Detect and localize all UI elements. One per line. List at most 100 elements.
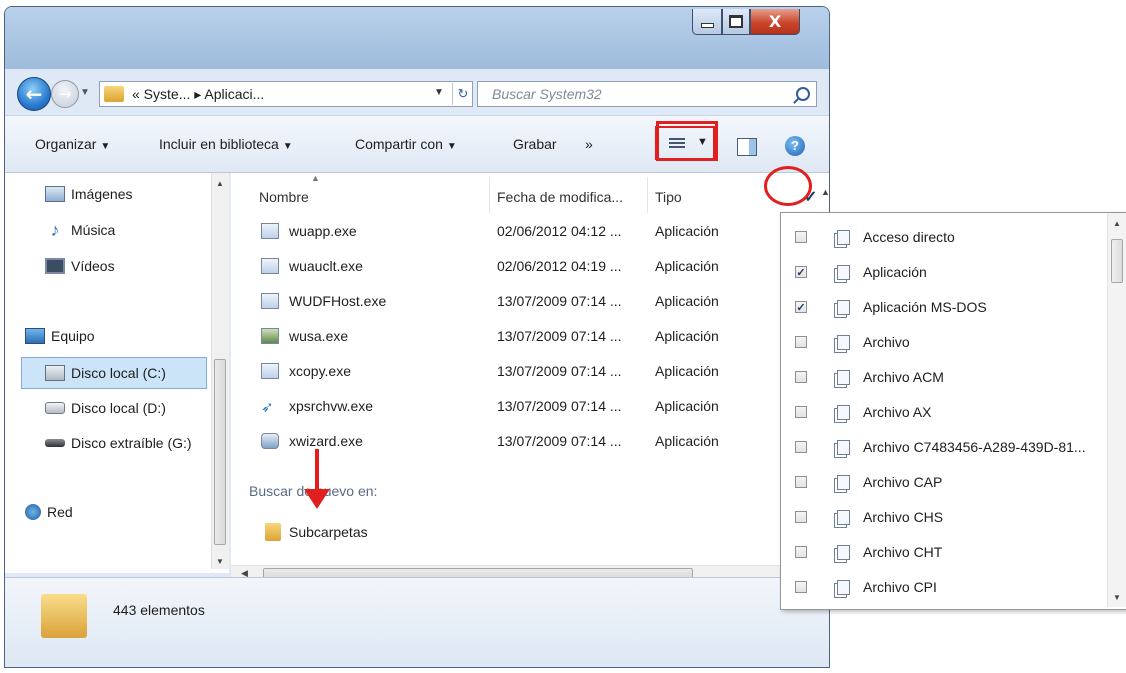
organize-button[interactable]: Organizar ▼ bbox=[35, 136, 110, 152]
filter-checkbox[interactable] bbox=[795, 336, 807, 348]
chevron-down-icon: ▼ bbox=[100, 141, 111, 152]
annotation-highlight-circle bbox=[764, 166, 812, 206]
pictures-icon bbox=[45, 186, 65, 202]
nav-item-network[interactable]: Red bbox=[25, 499, 73, 525]
nav-item-videos[interactable]: Vídeos bbox=[45, 253, 115, 279]
minimize-button[interactable] bbox=[692, 9, 722, 35]
nav-pane-scrollbar[interactable]: ▲ ▼ bbox=[211, 173, 229, 569]
address-bar[interactable]: « Syste... ▸ Aplicaci... ▼ ↻ bbox=[99, 81, 473, 107]
folder-icon bbox=[265, 523, 281, 541]
filter-checkbox[interactable] bbox=[795, 476, 807, 488]
nav-item-pictures[interactable]: Imágenes bbox=[45, 181, 132, 207]
title-bar[interactable]: X bbox=[5, 7, 829, 69]
file-type: Aplicación bbox=[655, 328, 719, 344]
scroll-up-icon[interactable]: ▲ bbox=[821, 187, 829, 197]
column-divider[interactable] bbox=[647, 177, 648, 213]
search-input[interactable]: Buscar System32 bbox=[477, 81, 817, 107]
close-button[interactable]: X bbox=[750, 9, 800, 35]
more-commands-icon: » bbox=[585, 136, 593, 152]
nav-item-disk-d[interactable]: Disco local (D:) bbox=[45, 395, 166, 421]
scroll-down-icon[interactable]: ▼ bbox=[1113, 593, 1121, 602]
sort-ascending-icon: ▲ bbox=[311, 173, 320, 183]
search-icon[interactable] bbox=[796, 87, 810, 101]
maximize-button[interactable] bbox=[722, 9, 750, 35]
more-commands-button[interactable]: » bbox=[585, 136, 593, 152]
subfolders-link[interactable]: Subcarpetas bbox=[265, 523, 368, 541]
filter-option[interactable]: Archivo ACM bbox=[781, 359, 1105, 394]
annotation-arrow-head bbox=[304, 489, 330, 509]
filter-option[interactable]: Acceso directo bbox=[781, 219, 1105, 254]
column-header-name[interactable]: Nombre bbox=[259, 189, 309, 205]
filter-option[interactable]: Archivo CPI bbox=[781, 569, 1105, 604]
column-header-type[interactable]: Tipo bbox=[655, 189, 682, 205]
nav-item-music[interactable]: ♪ Música bbox=[45, 217, 116, 243]
filter-checkbox[interactable] bbox=[795, 546, 807, 558]
scroll-up-icon[interactable]: ▲ bbox=[1113, 219, 1121, 228]
filter-checkbox-checked[interactable]: ✓ bbox=[795, 301, 807, 314]
filter-option-label: Archivo bbox=[863, 334, 910, 350]
application-icon bbox=[261, 258, 279, 274]
filter-option[interactable]: Archivo AX bbox=[781, 394, 1105, 429]
refresh-button[interactable]: ↻ bbox=[452, 83, 473, 105]
preview-pane-icon[interactable] bbox=[737, 138, 757, 156]
recent-pages-dropdown[interactable]: ▼ bbox=[80, 87, 90, 98]
nav-item-label: Equipo bbox=[51, 328, 95, 344]
nav-item-label: Disco local (C:) bbox=[71, 365, 166, 381]
filter-option[interactable]: ✓ Aplicación bbox=[781, 254, 1105, 289]
forward-button[interactable]: → bbox=[51, 80, 79, 108]
file-row[interactable]: wuapp.exe 02/06/2012 04:12 ... Aplicació… bbox=[231, 215, 829, 250]
filter-checkbox[interactable] bbox=[795, 581, 807, 593]
filter-checkbox[interactable] bbox=[795, 231, 807, 243]
file-row[interactable]: WUDFHost.exe 13/07/2009 07:14 ... Aplica… bbox=[231, 285, 829, 320]
column-header-date[interactable]: Fecha de modifica... bbox=[497, 189, 623, 205]
file-row[interactable]: ➶ xpsrchvw.exe 13/07/2009 07:14 ... Apli… bbox=[231, 390, 829, 425]
navigation-pane: Imágenes ♪ Música Vídeos Equipo Disco lo… bbox=[5, 173, 229, 573]
back-button[interactable]: ← bbox=[17, 77, 51, 111]
file-name: xwizard.exe bbox=[289, 433, 363, 449]
nav-item-removable-disk[interactable]: Disco extraíble (G:) bbox=[45, 430, 192, 456]
filter-checkbox[interactable] bbox=[795, 371, 807, 383]
filter-option-label: Aplicación bbox=[863, 264, 927, 280]
include-label: Incluir en biblioteca bbox=[159, 136, 279, 152]
filter-option[interactable]: Archivo CHT bbox=[781, 534, 1105, 569]
filter-checkbox[interactable] bbox=[795, 406, 807, 418]
nav-scroll-thumb[interactable] bbox=[214, 359, 226, 545]
scroll-down-icon[interactable]: ▼ bbox=[216, 557, 224, 566]
address-path[interactable]: « Syste... ▸ Aplicaci... bbox=[132, 86, 264, 103]
filter-checkbox[interactable] bbox=[795, 511, 807, 523]
address-dropdown-button[interactable]: ▼ bbox=[434, 87, 444, 98]
file-date: 13/07/2009 07:14 ... bbox=[497, 433, 622, 449]
file-name: wuapp.exe bbox=[289, 223, 357, 239]
burn-button[interactable]: Grabar bbox=[513, 136, 557, 152]
details-pane: 443 elementos bbox=[5, 577, 829, 667]
nav-item-computer[interactable]: Equipo bbox=[25, 323, 95, 349]
burn-label: Grabar bbox=[513, 136, 557, 152]
chevron-down-icon: ▼ bbox=[80, 87, 90, 98]
column-divider[interactable] bbox=[489, 177, 490, 213]
filter-option[interactable]: Archivo CAP bbox=[781, 464, 1105, 499]
filter-option[interactable]: ✓ Aplicación MS-DOS bbox=[781, 289, 1105, 324]
filter-scroll-thumb[interactable] bbox=[1111, 239, 1123, 283]
nav-item-disk-c[interactable]: Disco local (C:) bbox=[45, 360, 166, 386]
file-row[interactable]: xwizard.exe 13/07/2009 07:14 ... Aplicac… bbox=[231, 425, 829, 460]
include-in-library-button[interactable]: Incluir en biblioteca ▼ bbox=[159, 136, 293, 152]
file-date: 13/07/2009 07:14 ... bbox=[497, 293, 622, 309]
file-row[interactable]: wusa.exe 13/07/2009 07:14 ... Aplicación bbox=[231, 320, 829, 355]
maximize-icon bbox=[729, 15, 743, 28]
help-icon[interactable]: ? bbox=[785, 136, 805, 156]
filter-option[interactable]: Archivo CHS bbox=[781, 499, 1105, 534]
filter-checkbox-checked[interactable]: ✓ bbox=[795, 266, 807, 279]
disk-c-icon bbox=[45, 365, 65, 381]
filter-scrollbar[interactable]: ▲ ▼ bbox=[1107, 213, 1126, 607]
scroll-up-icon[interactable]: ▲ bbox=[216, 179, 224, 188]
search-placeholder: Buscar System32 bbox=[492, 86, 602, 102]
filter-option[interactable]: Archivo C7483456-A289-439D-81... bbox=[781, 429, 1105, 464]
filter-checkbox[interactable] bbox=[795, 441, 807, 453]
filter-option[interactable]: Archivo bbox=[781, 324, 1105, 359]
file-row[interactable]: wuauclt.exe 02/06/2012 04:19 ... Aplicac… bbox=[231, 250, 829, 285]
file-row[interactable]: xcopy.exe 13/07/2009 07:14 ... Aplicació… bbox=[231, 355, 829, 390]
share-with-button[interactable]: Compartir con ▼ bbox=[355, 136, 457, 152]
application-icon bbox=[261, 223, 279, 239]
videos-icon bbox=[45, 258, 65, 274]
refresh-icon: ↻ bbox=[457, 86, 469, 101]
